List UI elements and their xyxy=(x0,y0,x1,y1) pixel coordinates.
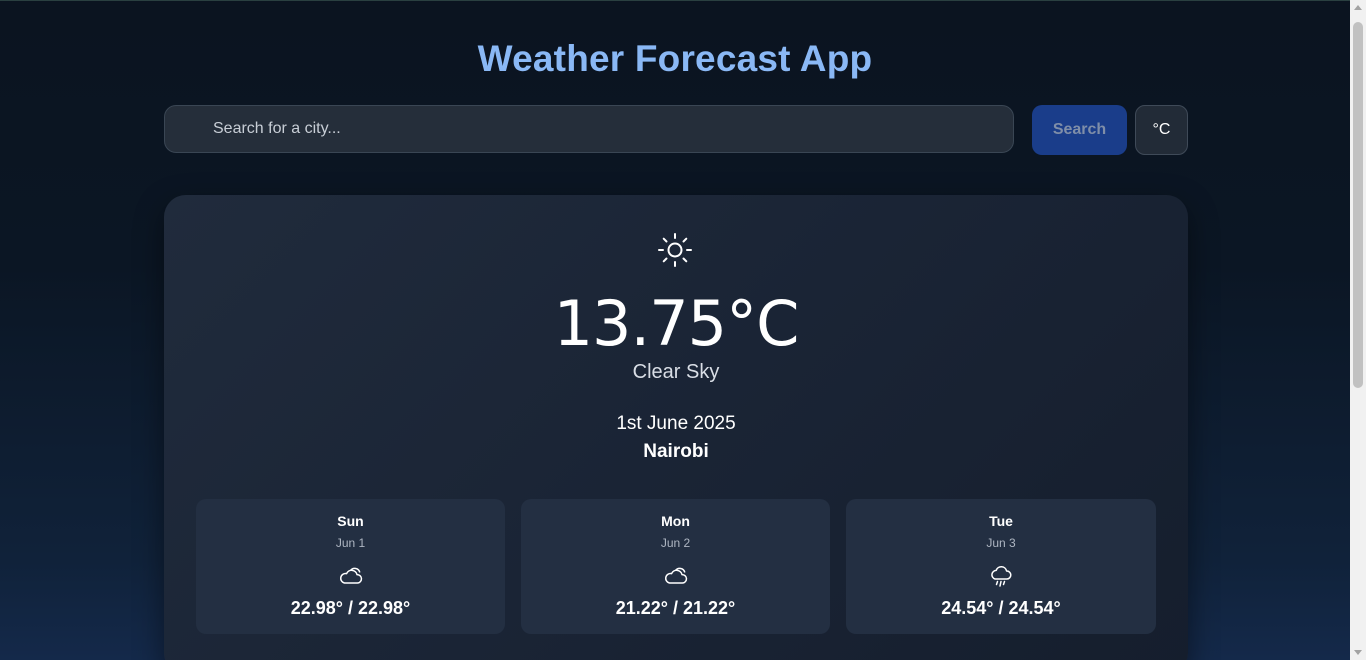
forecast-temperature: 22.98° / 22.98° xyxy=(290,598,411,618)
rain-cloud-icon xyxy=(991,565,1012,587)
forecast-date: Jun 1 xyxy=(335,536,366,550)
forecast-date: Jun 3 xyxy=(986,536,1016,550)
scroll-down-arrow-icon[interactable] xyxy=(1354,650,1362,655)
window-top-border xyxy=(0,0,1366,1)
cloud-icon xyxy=(339,567,362,584)
forecast-temperature: 24.54° / 24.54° xyxy=(941,598,1061,618)
sun-icon xyxy=(658,233,692,267)
forecast-card: Mon Jun 2 21.22° / 21.22° xyxy=(521,499,830,634)
cloud-icon xyxy=(664,567,687,584)
scrollbar-thumb[interactable] xyxy=(1353,22,1363,388)
vertical-scrollbar[interactable] xyxy=(1350,0,1366,660)
forecast-card: Sun Jun 1 22.98° / 22.98° xyxy=(196,499,505,634)
search-button[interactable]: Search xyxy=(1032,105,1127,155)
city-name: Nairobi xyxy=(643,441,709,462)
forecast-card: Tue Jun 3 24.54° / 24.54° xyxy=(846,499,1156,634)
forecast-day: Tue xyxy=(989,513,1013,529)
current-weather-card: 13.75°C Clear Sky 1st June 2025 Nairobi … xyxy=(164,195,1188,660)
forecast-date: Jun 2 xyxy=(660,536,691,550)
forecast-day: Mon xyxy=(661,513,690,529)
forecast-temperature: 21.22° / 21.22° xyxy=(615,598,736,618)
forecast-day: Sun xyxy=(337,513,364,529)
city-search-input[interactable] xyxy=(164,105,1014,153)
current-date: 1st June 2025 xyxy=(616,413,736,434)
scroll-up-arrow-icon[interactable] xyxy=(1354,5,1362,10)
current-temperature: 13.75°C xyxy=(553,287,800,360)
weather-condition: Clear Sky xyxy=(632,361,720,383)
page-title: Weather Forecast App xyxy=(477,38,873,79)
unit-toggle-button[interactable]: °C xyxy=(1135,105,1188,155)
